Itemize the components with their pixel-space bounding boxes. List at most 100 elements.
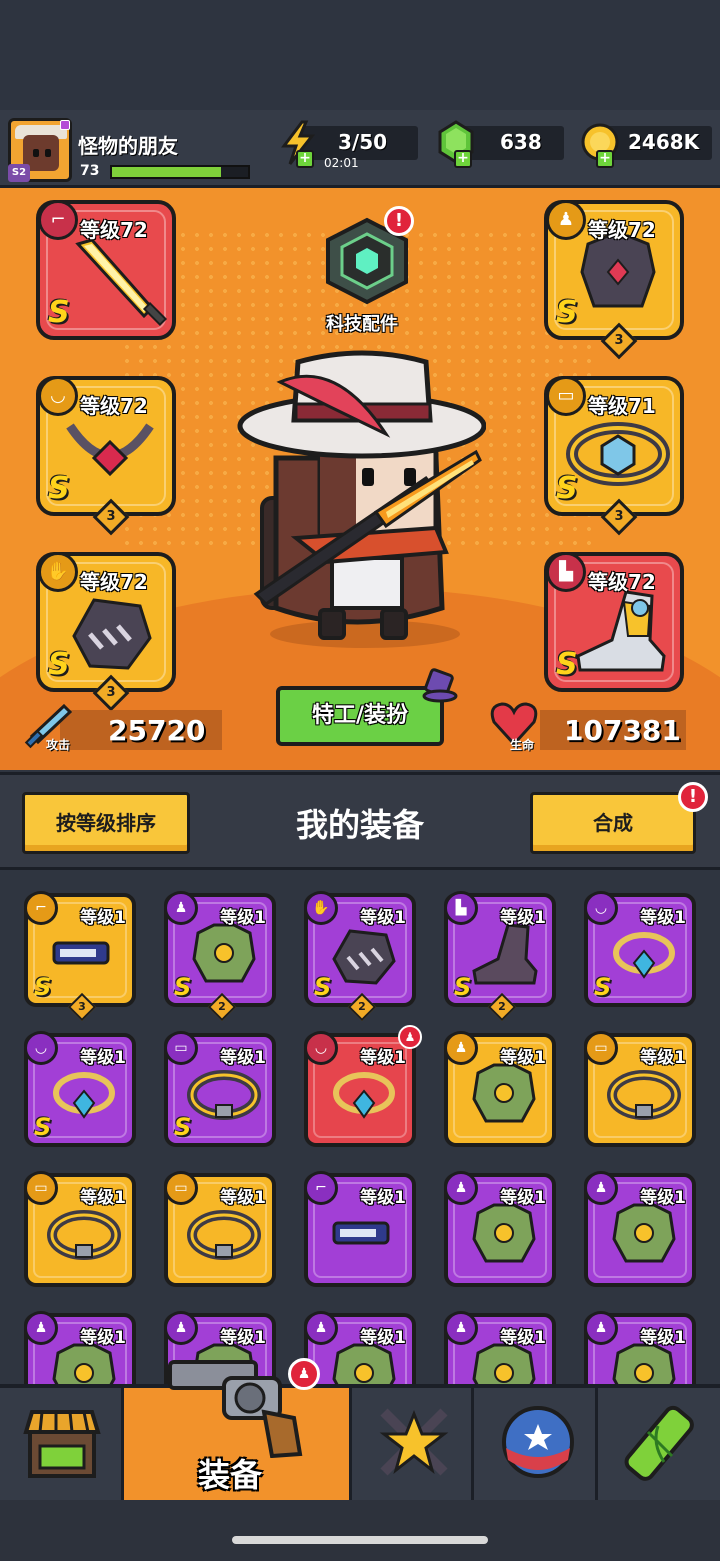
boots-icon: [472, 923, 538, 985]
star-count: 3: [78, 1000, 86, 1013]
inventory-item[interactable]: ▭ 等级1: [164, 1171, 276, 1287]
nav-tab-equipment-label: 装备: [198, 1456, 263, 1494]
weapon-type-icon: ⌐: [38, 200, 78, 240]
inventory-item[interactable]: ♟ 等级1: [24, 1311, 136, 1385]
star-count: 2: [498, 1000, 506, 1013]
inventory-item[interactable]: ▭ 等级1 S: [164, 1031, 276, 1147]
star-swords-icon: [379, 1408, 449, 1476]
armor-icon: [192, 923, 256, 983]
necklace-icon: [66, 423, 154, 477]
inventory-item[interactable]: ♟ 等级1: [444, 1171, 556, 1287]
revolver-icon: [168, 1360, 303, 1458]
star-count: 3: [106, 509, 116, 524]
equip-slot-armor[interactable]: ♟ 等级72 S 3: [544, 200, 684, 360]
inventory-item[interactable]: ✋ 等级1 S 2: [304, 891, 416, 1022]
equip-slot-necklace[interactable]: ◡ 等级72 S 3: [36, 376, 176, 536]
add-energy-button[interactable]: +: [296, 150, 314, 168]
equip-slot-gloves[interactable]: ✋ 等级72 S 3: [36, 552, 176, 712]
slot-grade: S: [556, 471, 578, 506]
energy-timer: 02:01: [324, 156, 359, 170]
item-level: 等级1: [640, 908, 686, 928]
item-level: 等级1: [500, 1048, 546, 1068]
item-level: 等级1: [80, 908, 126, 928]
inventory-item[interactable]: ⌐ 等级1 S 3: [24, 891, 136, 1022]
belt-icon: [187, 1070, 261, 1120]
item-level: 等级1: [500, 1188, 546, 1208]
new-item-badge: ♟: [398, 1025, 422, 1049]
necklace-icon: [333, 1072, 395, 1119]
necklace-type-icon: ◡: [38, 376, 78, 416]
slot-level: 等级71: [588, 394, 656, 418]
tech-accessory-label: 科技配件: [326, 314, 398, 335]
armor-type-icon: ♟: [444, 1031, 478, 1065]
inventory-item[interactable]: ◡ 等级1 ♟: [304, 1025, 422, 1147]
item-level: 等级1: [80, 1328, 126, 1348]
add-gems-button[interactable]: +: [454, 150, 472, 168]
season-badge: S2: [8, 164, 30, 182]
necklace-icon: [613, 932, 675, 979]
agent-character[interactable]: [236, 348, 486, 648]
dna-capsule-icon: [624, 1405, 694, 1481]
inventory-item[interactable]: ♟ 等级1: [584, 1171, 696, 1287]
nav-tab-agents[interactable]: [352, 1388, 474, 1500]
equip-slot-weapon[interactable]: ⌐ 等级72 S: [36, 200, 176, 340]
game-screen: S2 怪物的朋友 73 + 3/50 02:01 + 638 + 2468K ⌐: [0, 0, 720, 1561]
inventory-item[interactable]: ♟ 等级1: [304, 1311, 416, 1385]
nav-tab-events[interactable]: [474, 1388, 598, 1500]
belt-icon: [47, 1210, 121, 1260]
inventory-grid: ⌐ 等级1 S 3 ♟ 等级1 S 2 ✋ 等级1 S 2 ▙ 等级1 S 2 ◡ 等级1 S ◡ 等级1 S ▭ 等级1 S ◡…: [0, 873, 720, 1385]
inventory-item[interactable]: ♟ 等级1: [444, 1311, 556, 1385]
equip-slot-belt[interactable]: ▭ 等级71 S 3: [544, 376, 684, 536]
inventory-item[interactable]: ♟ 等级1: [444, 1031, 556, 1147]
star-count: 3: [614, 509, 624, 524]
necklace-type-icon: ◡: [24, 1031, 58, 1065]
hp-value: 107381: [564, 714, 681, 747]
slot-level: 等级72: [80, 218, 148, 242]
star-count: 3: [614, 333, 624, 348]
item-level: 等级1: [500, 1328, 546, 1348]
nav-tab-shop[interactable]: [0, 1388, 124, 1500]
inventory-item[interactable]: ♟ 等级1: [584, 1311, 696, 1385]
item-level: 等级1: [640, 1328, 686, 1348]
belt-type-icon: ▭: [164, 1031, 198, 1065]
eye-shape: [33, 149, 39, 157]
top-hat-icon: [422, 668, 458, 703]
slot-level: 等级72: [588, 570, 656, 594]
inventory-item[interactable]: ◡ 等级1 S: [584, 891, 696, 1007]
necklace-type-icon: ◡: [304, 1031, 338, 1065]
inventory-item[interactable]: ⌐ 等级1: [304, 1171, 416, 1287]
equip-slot-boots[interactable]: ▙ 等级72 S: [544, 552, 684, 692]
armor-icon: [612, 1203, 676, 1263]
armor-icon: [580, 234, 656, 308]
belt-icon: [187, 1210, 261, 1260]
eye-shape: [45, 149, 51, 157]
star-count: 3: [106, 685, 116, 700]
inventory-item[interactable]: ♟ 等级1 S 2: [164, 891, 276, 1022]
sort-by-level-button[interactable]: 按等级排序: [22, 792, 190, 854]
hp-label: 生命: [510, 738, 535, 752]
slot-level: 等级72: [80, 394, 148, 418]
slot-grade: S: [48, 471, 70, 506]
inventory-item[interactable]: ▭ 等级1: [584, 1031, 696, 1147]
armor-type-icon: ♟: [304, 1311, 338, 1345]
boots-icon: [576, 590, 666, 672]
attack-value: 25720: [108, 714, 206, 747]
inventory-item[interactable]: ▙ 等级1 S 2: [444, 891, 556, 1022]
agent-outfit-button[interactable]: 特工/装扮: [276, 686, 444, 746]
inventory-item[interactable]: ◡ 等级1 S: [24, 1031, 136, 1147]
item-grade: S: [454, 973, 472, 1001]
belt-type-icon: ▭: [24, 1171, 58, 1205]
armor-type-icon: ♟: [164, 1311, 198, 1345]
armor-type-icon: ♟: [584, 1311, 618, 1345]
item-grade: S: [594, 973, 612, 1001]
slot-grade: S: [48, 647, 70, 682]
inventory-item[interactable]: ▭ 等级1: [24, 1171, 136, 1287]
boots-type-icon: ▙: [546, 552, 586, 592]
add-coins-button[interactable]: +: [596, 150, 614, 168]
nav-tab-lab[interactable]: [598, 1388, 720, 1500]
weapon-type-icon: ⌐: [304, 1171, 338, 1205]
merge-button[interactable]: 合成: [530, 792, 696, 854]
armor-type-icon: ♟: [546, 200, 586, 240]
xp-bar-fill: [112, 167, 221, 177]
item-grade: S: [34, 973, 52, 1001]
